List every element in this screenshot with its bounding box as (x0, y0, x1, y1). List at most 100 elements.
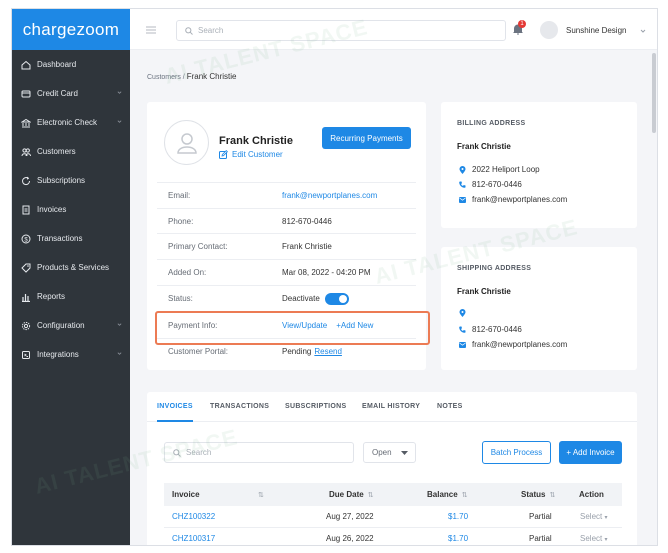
edit-icon (219, 150, 228, 159)
search-icon (185, 26, 193, 35)
action-select-label: Select (580, 534, 603, 543)
sort-icon: ⇅ (461, 492, 468, 499)
status-filter-select[interactable]: Open (363, 442, 416, 463)
user-name[interactable]: Sunshine Design (566, 26, 626, 35)
sidebar-item-label: Products & Services (37, 263, 110, 272)
action-select[interactable]: Select ▾ (580, 506, 607, 528)
sidebar-item-electronic-check[interactable]: Electronic Check (12, 108, 130, 137)
status-filter-value: Open (372, 448, 392, 457)
billing-phone-line: 812-670-0446 (457, 180, 522, 189)
customer-name: Frank Christie (219, 135, 293, 147)
col-invoice-sort-icon[interactable]: ⇅ (254, 483, 264, 506)
action-select[interactable]: Select ▾ (580, 528, 607, 545)
sidebar: chargezoom Dashboard Credit Card Electro… (12, 9, 130, 545)
primary-contact-label: Primary Contact: (168, 242, 228, 251)
billing-address-line: 2022 Heliport Loop (457, 165, 540, 174)
sidebar-item-label: Configuration (37, 321, 85, 330)
chevron-down-icon[interactable] (640, 28, 646, 34)
gear-icon (21, 321, 31, 331)
due-date-cell: Aug 26, 2022 (326, 534, 374, 543)
avatar[interactable] (540, 21, 558, 39)
breadcrumb: Customers / Frank Christie (147, 72, 236, 81)
add-invoice-button[interactable]: + Add Invoice (559, 441, 622, 464)
invoice-number-link[interactable]: CHZ100322 (172, 506, 215, 528)
refresh-icon (21, 176, 31, 186)
tab-subscriptions[interactable]: SUBSCRIPTIONS (285, 392, 346, 422)
breadcrumb-parent[interactable]: Customers (147, 74, 181, 81)
tab-bar: INVOICES TRANSACTIONS SUBSCRIPTIONS EMAI… (147, 392, 637, 422)
sort-icon: ⇅ (549, 492, 556, 499)
status-toggle[interactable] (324, 292, 349, 305)
sidebar-item-label: Electronic Check (37, 118, 98, 127)
resend-link[interactable]: Resend (314, 347, 342, 356)
sidebar-item-invoices[interactable]: Invoices (12, 195, 130, 224)
billing-name: Frank Christie (457, 142, 511, 151)
sidebar-item-label: Invoices (37, 205, 67, 214)
tab-invoices[interactable]: INVOICES (157, 392, 193, 422)
recurring-payments-button[interactable]: Recurring Payments (322, 127, 411, 149)
tab-email-history[interactable]: EMAIL HISTORY (362, 392, 420, 422)
phone-icon (457, 181, 467, 188)
user-icon (176, 132, 197, 154)
col-due-date[interactable]: Due Date ⇅ (329, 483, 374, 506)
col-action: Action (579, 483, 604, 506)
added-on-value: Mar 08, 2022 - 04:20 PM (282, 268, 371, 277)
customer-avatar (164, 120, 209, 165)
scrollbar[interactable] (652, 53, 656, 133)
col-status[interactable]: Status ⇅ (521, 483, 555, 506)
search-input[interactable]: Search (176, 20, 506, 41)
shipping-phone-line: 812-670-0446 (457, 325, 522, 334)
primary-contact-value: Frank Christie (282, 242, 332, 251)
invoices-panel: INVOICES TRANSACTIONS SUBSCRIPTIONS EMAI… (147, 392, 637, 545)
sidebar-item-label: Credit Card (37, 89, 78, 98)
sidebar-item-integrations[interactable]: Integrations (12, 340, 130, 369)
phone-value: 812-670-0446 (282, 217, 332, 226)
sidebar-item-credit-card[interactable]: Credit Card (12, 79, 130, 108)
sidebar-item-customers[interactable]: Customers (12, 137, 130, 166)
col-due-label: Due Date (329, 490, 364, 499)
caret-down-icon: ▾ (604, 515, 608, 521)
sidebar-item-transactions[interactable]: $ Transactions (12, 224, 130, 253)
credit-card-icon (21, 89, 31, 99)
caret-down-icon (401, 451, 408, 455)
chevron-down-icon (117, 120, 122, 123)
invoice-search-input[interactable]: Search (164, 442, 354, 463)
plug-icon (21, 350, 31, 360)
sidebar-item-subscriptions[interactable]: Subscriptions (12, 166, 130, 195)
status-cell: Partial (529, 534, 552, 543)
sidebar-item-label: Subscriptions (37, 176, 86, 185)
col-balance-label: Balance (427, 490, 458, 499)
menu-icon[interactable] (146, 26, 156, 34)
shipping-email: frank@newportplanes.com (472, 340, 568, 349)
bank-icon (21, 118, 31, 128)
invoice-number-link[interactable]: CHZ100317 (172, 528, 215, 545)
col-balance[interactable]: Balance ⇅ (427, 483, 468, 506)
table-row[interactable]: CHZ100317 Aug 26, 2022 $1.70 Partial Sel… (164, 528, 622, 545)
due-date-cell: Aug 27, 2022 (326, 512, 374, 521)
brand-logo[interactable]: chargezoom (12, 9, 130, 50)
sidebar-item-products[interactable]: Products & Services (12, 253, 130, 282)
batch-process-button[interactable]: Batch Process (482, 441, 551, 464)
col-invoice-label: Invoice (172, 490, 200, 499)
status-text: Deactivate (282, 294, 320, 303)
sidebar-item-reports[interactable]: Reports (12, 282, 130, 311)
app-window: chargezoom Dashboard Credit Card Electro… (11, 8, 658, 546)
edit-customer-link[interactable]: Edit Customer (219, 150, 283, 159)
shipping-phone: 812-670-0446 (472, 325, 522, 334)
edit-customer-label: Edit Customer (232, 150, 283, 159)
home-icon (21, 60, 31, 70)
top-bar: Search 1 Sunshine Design (130, 9, 657, 50)
sidebar-item-configuration[interactable]: Configuration (12, 311, 130, 340)
tab-notes[interactable]: NOTES (437, 392, 463, 422)
col-action-label: Action (579, 490, 604, 499)
table-row[interactable]: CHZ100322 Aug 27, 2022 $1.70 Partial Sel… (164, 506, 622, 528)
sidebar-item-dashboard[interactable]: Dashboard (12, 50, 130, 79)
col-invoice[interactable]: Invoice (172, 483, 200, 506)
email-row: Email: frank@newportplanes.com (157, 182, 416, 208)
email-value[interactable]: frank@newportplanes.com (282, 191, 377, 200)
billing-address: 2022 Heliport Loop (472, 165, 540, 174)
action-select-label: Select (580, 512, 603, 521)
bar-chart-icon (21, 292, 31, 302)
tab-transactions[interactable]: TRANSACTIONS (210, 392, 269, 422)
sidebar-item-label: Transactions (37, 234, 83, 243)
